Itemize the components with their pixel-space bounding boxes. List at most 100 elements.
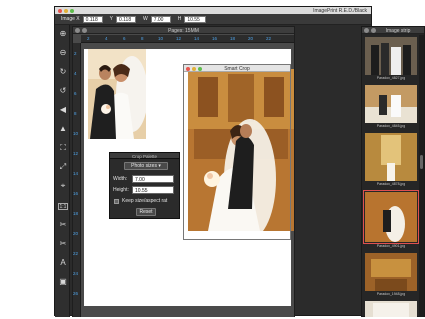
w-field[interactable]: 7.00 [150,15,171,23]
crop-palette: Crop Palette Photo sizes ▾ Width: 7.00 H… [109,152,180,219]
smart-crop-title: Smart Crop [224,66,250,72]
close-button[interactable] [58,8,62,13]
ruler-left-mark: 2 [74,51,77,56]
rotate-ccw-icon[interactable]: ↺ [58,86,68,96]
thumbnail-filename: Paradox_1948.jpg [376,292,406,296]
chevron-down-icon: ▾ [158,163,161,169]
vertical-ruler: 2 4 6 8 10 12 14 16 18 20 22 24 26 [73,43,81,317]
keep-ratio-checkbox[interactable] [114,199,119,204]
app-window: ImagePrint R.E.D./Black Image X 0.118 Y … [54,6,425,317]
strip-thumbnail-selected[interactable] [363,190,419,244]
center-icon[interactable]: ⌖ [58,181,68,191]
pages-window-titlebar: Pages: 15MM [73,27,294,34]
mirror-icon[interactable]: ▲ [58,124,68,134]
ruler-left-mark: 14 [73,171,79,176]
minimize-button[interactable] [64,8,68,13]
height-field[interactable]: 10.55 [132,186,174,194]
photo-sizes-value: Photo sizes [131,163,157,169]
ruler-top-mark: 18 [230,36,236,41]
thumbnail-filename: Paradox_4878.jpg [376,182,406,186]
keep-ratio-label: Keep size/aspect rat [122,198,168,204]
split-h-icon[interactable]: ✂ [58,220,68,230]
h-field[interactable]: 10.55 [184,15,207,23]
ruler-top-mark: 14 [194,36,200,41]
ruler-left-mark: 22 [73,251,79,256]
rotate-cw-icon[interactable]: ↻ [58,67,68,77]
ruler-top-mark: 8 [141,36,144,41]
width-field[interactable]: 7.00 [132,175,174,183]
zoom-button[interactable] [70,8,74,13]
strip-scroll-thumb[interactable] [420,155,423,169]
ruler-top-mark: 20 [248,36,254,41]
reset-button[interactable]: Reset [136,208,156,216]
thumbnail-image [365,253,417,291]
smart-crop-titlebar: Smart Crop [184,65,290,72]
ruler-top-mark: 16 [212,36,218,41]
strip-thumbnail[interactable] [365,37,417,75]
ruler-left-mark: 26 [73,291,79,296]
ruler-top-mark: 4 [105,36,108,41]
ruler-top-mark: 10 [158,36,164,41]
image-strip-title: Image strip [385,28,411,34]
ruler-left-mark: 10 [73,131,79,136]
height-label: Height: [113,187,129,193]
ruler-left-mark: 4 [74,71,77,76]
thumbnail-filename: Paradox_4827.jpg [376,76,406,80]
crop-icon[interactable]: ⛶ [58,143,68,153]
strip-scrollbar[interactable] [419,35,424,317]
ruler-left-mark: 24 [73,271,79,276]
text-icon[interactable]: A [58,258,68,268]
zoom-out-icon[interactable]: ⊖ [58,48,68,58]
thumbnail-image [365,192,417,242]
one-to-one-icon[interactable]: 1:1 [58,203,68,210]
ruler-top-mark: 2 [87,36,90,41]
thumbnail-filename: Paradox_4845.jpg [376,124,406,128]
tool-palette: ⊕ ⊖ ↻ ↺ ◀ ▲ ⛶ ⤢ ⌖ 1:1 ✂ ✂ A ▣ [55,25,70,317]
image-x-label: Image X [61,16,80,22]
width-label: Width: [113,176,128,182]
zoom-in-icon[interactable]: ⊕ [58,29,68,39]
ruler-top-mark: 12 [176,36,182,41]
y-label: Y [109,16,113,22]
title-bar: ImagePrint R.E.D./Black [55,7,371,14]
ruler-left-mark: 8 [74,111,77,116]
crop-palette-header: Crop Palette [110,153,179,159]
strip-thumbnail[interactable] [365,133,417,181]
ruler-left-mark: 12 [73,151,79,156]
strip-close-icon[interactable] [364,28,369,33]
crop-palette-title: Crop Palette [131,153,157,159]
h-label: H [177,16,182,22]
color-icon[interactable]: ▣ [58,277,68,287]
thumbnail-image [365,133,417,181]
w-label: W [142,16,148,22]
flip-icon[interactable]: ◀ [58,105,68,115]
thumbnail-image [365,301,417,317]
ruler-left-mark: 6 [74,91,77,96]
thumbnail-image [365,37,417,75]
smart-crop-window[interactable]: Smart Crop [183,64,291,240]
image-strip-titlebar: Image strip [362,27,424,34]
ruler-left-mark: 16 [73,191,79,196]
app-title: ImagePrint R.E.D./Black [313,7,367,14]
image-strip-window: Image strip Paradox_4827.jpg Paradox_484… [361,26,425,317]
ruler-top-mark: 22 [266,36,272,41]
placed-photo[interactable] [88,49,146,139]
fit-icon[interactable]: ⤢ [58,162,68,172]
ruler-left-mark: 20 [73,231,79,236]
thumbnail-image [365,85,417,123]
position-toolbar: Image X 0.118 Y 0.118 W 7.00 H 10.55 [55,14,371,25]
ruler-left-mark: 18 [73,211,79,216]
window-controls [58,8,74,13]
image-x-field[interactable]: 0.118 [82,15,103,23]
photo-sizes-dropdown[interactable]: Photo sizes ▾ [124,162,168,170]
pages-window: Pages: 15MM 2 4 6 8 10 12 14 16 18 20 22… [72,26,295,317]
bride-groom-photo [88,49,146,139]
strip-thumbnail[interactable] [365,85,417,123]
thumbnail-filename: Paradox_4901.jpg [376,244,406,248]
strip-thumbnail[interactable] [365,301,417,317]
split-v-icon[interactable]: ✂ [58,239,68,249]
strip-thumbnail[interactable] [365,253,417,291]
horizontal-ruler: 2 4 6 8 10 12 14 16 18 20 22 [81,35,294,43]
y-field[interactable]: 0.118 [115,15,136,23]
ruler-top-mark: 6 [123,36,126,41]
